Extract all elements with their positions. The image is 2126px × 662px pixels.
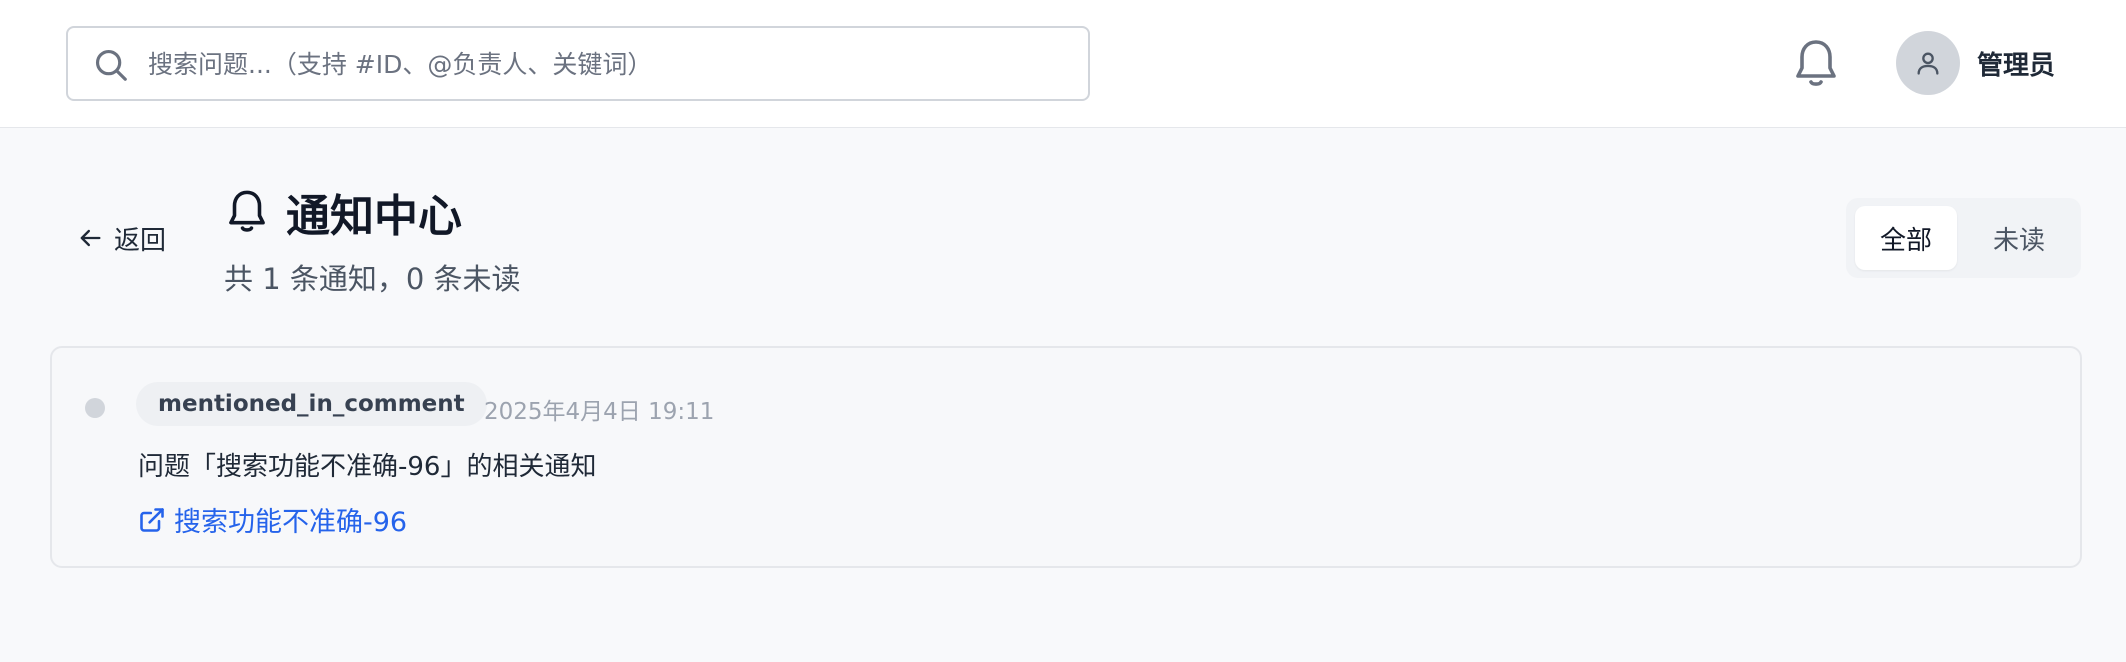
tab-all[interactable]: 全部 xyxy=(1855,206,1957,270)
read-status-dot xyxy=(85,398,105,418)
back-button[interactable]: 返回 xyxy=(76,220,166,256)
search-box[interactable] xyxy=(66,26,1090,101)
user-icon xyxy=(1917,52,1939,75)
search-input[interactable] xyxy=(148,38,1068,90)
notification-summary: 共 1 条通知，0 条未读 xyxy=(224,262,521,296)
top-bar: 管理员 xyxy=(0,0,2126,128)
back-label: 返回 xyxy=(114,225,167,256)
notification-time: 2025年4月4日 19:11 xyxy=(484,399,715,425)
issue-link-label: 搜索功能不准确-96 xyxy=(174,507,408,538)
bell-icon xyxy=(1796,40,1836,86)
search-icon xyxy=(95,49,127,81)
notification-bell-button[interactable] xyxy=(1792,36,1840,92)
notification-message: 问题「搜索功能不准确-96」的相关通知 xyxy=(138,452,597,482)
tab-unread[interactable]: 未读 xyxy=(1967,206,2071,270)
external-link-icon xyxy=(140,507,164,532)
user-menu[interactable]: 管理员 xyxy=(1896,30,2055,96)
notification-type-badge: mentioned_in_comment xyxy=(136,382,487,426)
arrow-left-icon xyxy=(80,229,101,247)
bell-icon xyxy=(229,190,265,232)
filter-tabs: 全部 未读 xyxy=(1846,198,2081,278)
page-title: 通知中心 xyxy=(286,191,462,242)
user-name: 管理员 xyxy=(1977,50,2056,81)
page-header: 通知中心 xyxy=(224,180,462,244)
notification-item[interactable]: mentioned_in_comment 2025年4月4日 19:11 问题「… xyxy=(50,346,2082,568)
avatar xyxy=(1896,31,1960,95)
issue-link[interactable]: 搜索功能不准确-96 xyxy=(138,500,407,539)
